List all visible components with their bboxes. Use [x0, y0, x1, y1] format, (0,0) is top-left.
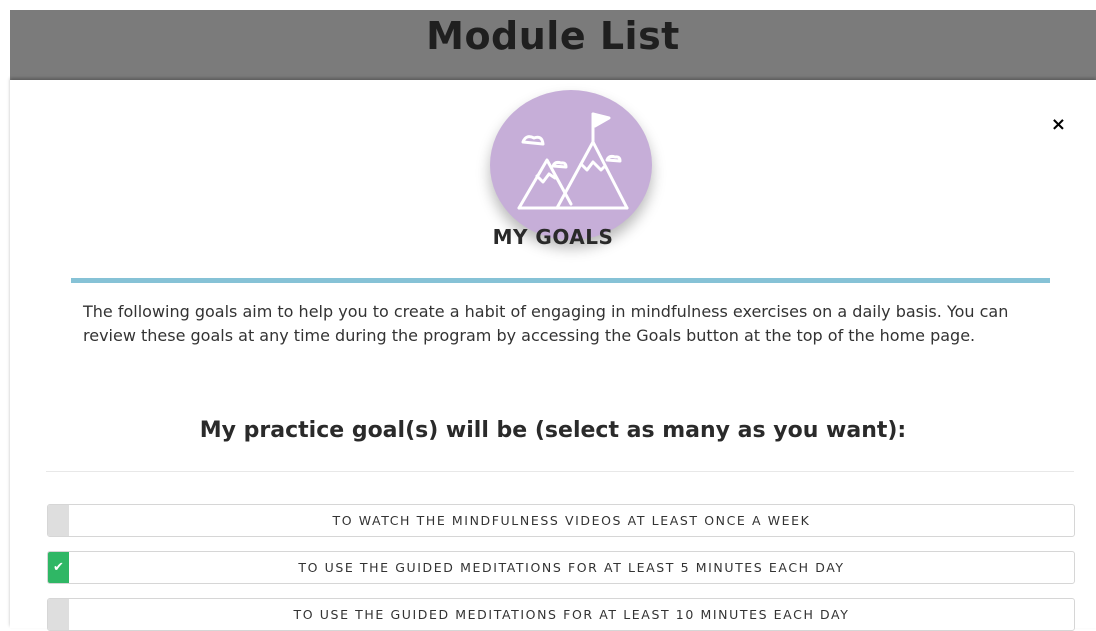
intro-text: The following goals aim to help you to c… [83, 302, 1009, 345]
goal-option-label: TO USE THE GUIDED MEDITATIONS FOR AT LEA… [298, 560, 845, 575]
modal-heading: MY GOALS [492, 225, 614, 249]
page-header-backdrop: Module List [10, 10, 1096, 80]
page-title: Module List [426, 14, 680, 58]
goal-option-videos[interactable]: TO WATCH THE MINDFULNESS VIDEOS AT LEAST… [47, 504, 1075, 537]
goal-checkbox[interactable] [48, 599, 69, 630]
goals-modal: × MY GOALS The following goals aim to he… [10, 80, 1096, 631]
goal-checkbox[interactable] [48, 505, 69, 536]
goals-badge [490, 90, 652, 240]
goals-prompt: My practice goal(s) will be (select as m… [199, 418, 907, 443]
accent-divider [71, 278, 1050, 283]
goal-option-label: TO USE THE GUIDED MEDITATIONS FOR AT LEA… [293, 607, 850, 622]
goal-checkbox[interactable]: ✔ [48, 552, 69, 583]
mountain-flag-icon [517, 112, 629, 210]
goal-option-label: TO WATCH THE MINDFULNESS VIDEOS AT LEAST… [332, 513, 811, 528]
goal-option-meditation-5-min[interactable]: ✔ TO USE THE GUIDED MEDITATIONS FOR AT L… [47, 551, 1075, 584]
close-button[interactable]: × [1051, 116, 1066, 134]
goal-option-meditation-10-min[interactable]: TO USE THE GUIDED MEDITATIONS FOR AT LEA… [47, 598, 1075, 631]
section-divider [46, 471, 1074, 472]
